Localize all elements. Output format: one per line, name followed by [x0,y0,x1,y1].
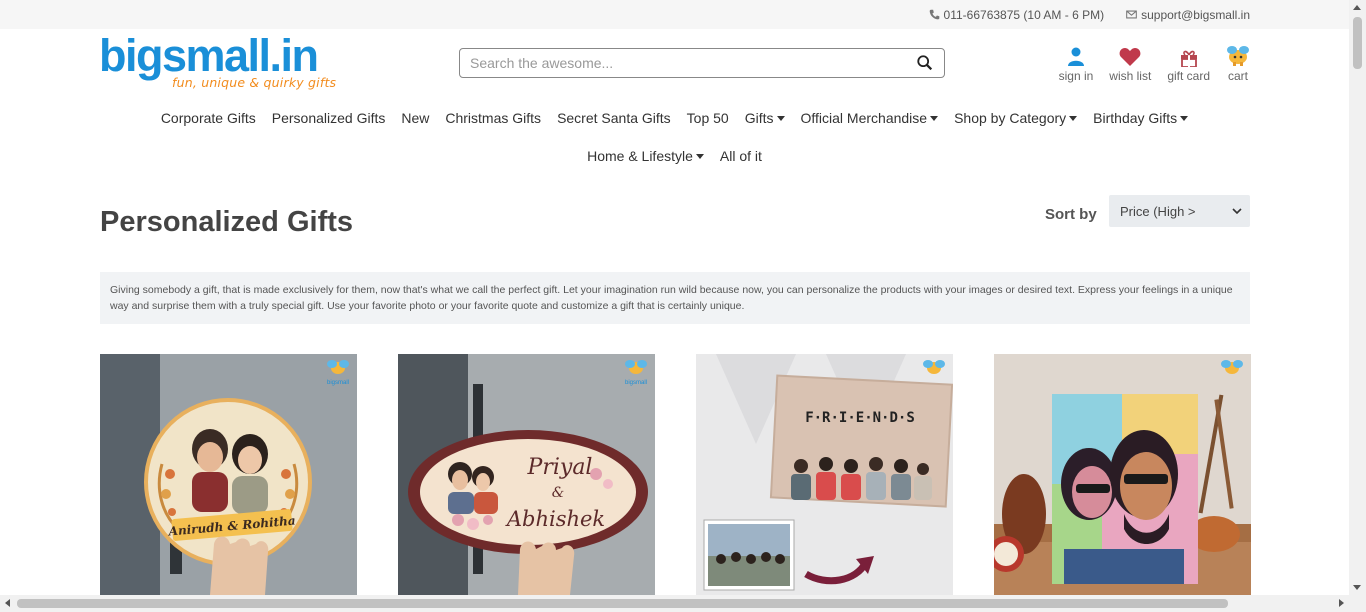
user-icon [1067,47,1084,66]
caret-down-icon [1180,115,1189,121]
svg-text:bigsmall: bigsmall [625,380,647,386]
nav-shop-by-category-dropdown[interactable]: Shop by Category [946,110,1085,126]
wish-list-label: wish list [1109,69,1152,83]
product-name2: Abhishek [505,507,605,531]
nav-new[interactable]: New [393,110,437,126]
nav-secret-santa-gifts[interactable]: Secret Santa Gifts [549,110,679,126]
page-title: Personalized Gifts [100,206,354,238]
top-bar: 011-66763875 (10 AM - 6 PM) support@bigs… [0,0,1349,29]
logo-tagline: fun, unique & quirky gifts [172,75,337,90]
nav-label: Corporate Gifts [160,110,256,126]
caret-down-icon [695,153,704,159]
scroll-left-icon[interactable] [5,599,10,607]
sort-value: Price (High > [1120,203,1196,219]
phone-icon [929,9,939,20]
cart-link[interactable]: cart [1226,43,1250,83]
bigsmall-badge-icon [923,360,945,374]
chevron-down-icon [1232,208,1242,214]
sign-in-label: sign in [1058,69,1094,83]
logo-name: bigsmall.in [99,30,319,81]
nav-label: Christmas Gifts [445,110,542,126]
product-amp: & [552,485,564,501]
page: 011-66763875 (10 AM - 6 PM) support@bigs… [0,0,1349,595]
phone-text: 011-66763875 (10 AM - 6 PM) [943,7,1105,22]
site-header: bigsmall.in fun, unique & quirky gifts s… [0,29,1349,99]
nav-home-lifestyle-dropdown[interactable]: Home & Lifestyle [579,148,712,164]
product-image[interactable]: Anirudh & Rohitha [100,354,357,595]
search-box [459,48,945,78]
caret-down-icon [930,115,939,121]
wish-list-link[interactable]: wish list [1109,43,1151,83]
bigsmall-badge-icon: bigsmall [625,360,647,386]
nav-label: New [401,110,430,126]
product-image[interactable] [994,354,1251,595]
nav-birthday-gifts-dropdown[interactable]: Birthday Gifts [1085,110,1196,126]
nav-label: Secret Santa Gifts [557,110,671,126]
nav-label: All of it [719,148,762,164]
email-text: support@bigsmall.in [1141,7,1250,22]
user-links: sign in wish list gift card cart [1043,43,1250,83]
heart-icon [1119,48,1141,66]
product-image[interactable]: Priyal & Abhishek [398,354,655,595]
product-card[interactable] [994,354,1251,595]
horizontal-scrollbar[interactable] [0,595,1366,612]
nav-official-merchandise-dropdown[interactable]: Official Merchandise [793,110,947,126]
scroll-right-icon[interactable] [1339,599,1344,607]
sort-label: Sort by [1045,206,1097,223]
nav-row-2: Home & Lifestyle All of it [150,137,1199,175]
nav-label: Top 50 [686,110,729,126]
product-label-text: F·R·I·E·N·D·S [805,410,915,426]
scroll-down-icon[interactable] [1353,585,1361,590]
vertical-scrollbar-thumb[interactable] [1353,17,1362,69]
product-card[interactable]: Anirudh & Rohitha bigsmall [100,354,357,595]
gift-card-label: gift card [1167,69,1210,83]
product-image[interactable]: F·R·I·E·N·D·S [696,354,953,595]
gift-card-link[interactable]: gift card [1167,43,1210,83]
bigsmall-badge-icon: bigsmall [327,360,349,386]
search-input[interactable] [470,55,916,71]
nav-label: Official Merchandise [800,110,928,126]
vertical-scrollbar[interactable] [1349,0,1366,595]
title-row: Personalized Gifts Sort by Price (High > [0,191,1349,271]
envelope-icon [1126,10,1137,19]
main-nav: Corporate Gifts Personalized Gifts New C… [0,99,1349,175]
nav-label: Home & Lifestyle [587,148,693,164]
product-name1: Priyal [527,455,593,480]
nav-top-50[interactable]: Top 50 [679,110,737,126]
caret-down-icon [776,115,785,121]
bigsmall-badge-icon [1221,360,1243,374]
nav-personalized-gifts[interactable]: Personalized Gifts [264,110,394,126]
nav-christmas-gifts[interactable]: Christmas Gifts [437,110,549,126]
scroll-up-icon[interactable] [1353,5,1361,10]
nav-all-of-it[interactable]: All of it [712,148,770,164]
phone-contact[interactable]: 011-66763875 (10 AM - 6 PM) [929,7,1105,22]
search-icon[interactable] [916,54,934,72]
cart-label: cart [1227,69,1248,83]
sign-in-link[interactable]: sign in [1058,43,1094,83]
svg-text:bigsmall: bigsmall [327,380,349,386]
nav-label: Shop by Category [954,110,1067,126]
cart-icon [1227,46,1249,66]
product-grid: Anirudh & Rohitha bigsmall Priyal & Abhi… [100,354,1251,595]
caret-down-icon [1069,115,1078,121]
category-description: Giving somebody a gift, that is made exc… [100,272,1250,324]
product-card[interactable]: F·R·I·E·N·D·S [696,354,953,595]
nav-label: Personalized Gifts [271,110,386,126]
nav-gifts-dropdown[interactable]: Gifts [737,110,793,126]
email-contact[interactable]: support@bigsmall.in [1126,8,1250,22]
sort-select[interactable]: Price (High > [1109,195,1250,227]
nav-row-1: Corporate Gifts Personalized Gifts New C… [150,99,1199,137]
horizontal-scrollbar-thumb[interactable] [17,599,1228,608]
nav-corporate-gifts[interactable]: Corporate Gifts [153,110,264,126]
product-card[interactable]: Priyal & Abhishek bigsmall [398,354,655,595]
nav-label: Gifts [744,110,774,126]
site-logo[interactable]: bigsmall.in fun, unique & quirky gifts [99,30,337,91]
gift-icon [1180,50,1197,67]
nav-label: Birthday Gifts [1093,110,1178,126]
